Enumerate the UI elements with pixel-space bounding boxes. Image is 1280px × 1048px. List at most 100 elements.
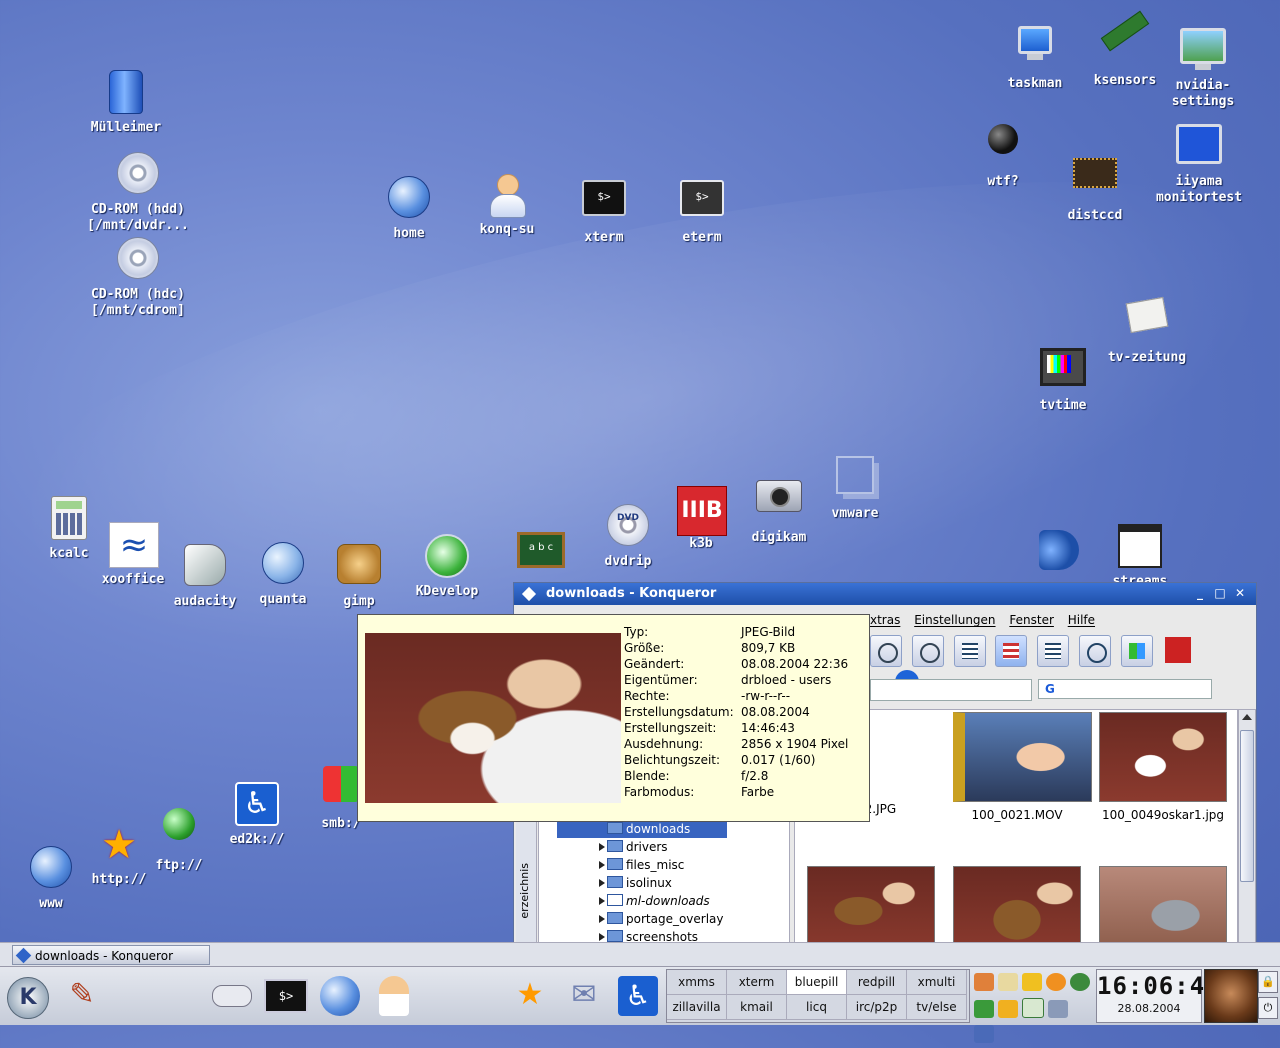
minimize-icon[interactable]: _ xyxy=(1192,585,1208,601)
tree-item-downloads[interactable]: downloads xyxy=(557,820,727,838)
tray-paint-icon[interactable] xyxy=(974,973,994,991)
control-center-icon[interactable]: ✎ xyxy=(58,971,106,1019)
pager-desktop[interactable]: zillavilla xyxy=(667,995,727,1020)
file-item[interactable] xyxy=(807,866,935,944)
desktop-icon-distccd[interactable]: distccd xyxy=(1040,146,1150,224)
tree-item[interactable]: portage_overlay xyxy=(539,910,789,928)
tree-item[interactable]: ml-downloads xyxy=(539,892,789,910)
desktop-icon-iiyama-monitortest[interactable]: iiyama monitortest xyxy=(1144,122,1254,206)
file-item[interactable] xyxy=(1099,866,1227,944)
desktop-icon-trash[interactable]: Mülleimer xyxy=(71,68,181,136)
expand-arrow-icon[interactable] xyxy=(599,861,605,869)
pager-desktop[interactable]: redpill xyxy=(847,970,907,995)
desktop-icon-tvtime[interactable]: tvtime xyxy=(1008,340,1118,414)
pager-desktop-current[interactable]: bluepill xyxy=(787,970,847,995)
desktop-icon-www[interactable]: www xyxy=(0,842,106,912)
lock-icon[interactable]: 🔒 xyxy=(1258,971,1278,993)
file-item[interactable]: 100_0021.MOV xyxy=(953,712,1092,822)
doom-face-icon[interactable] xyxy=(1204,969,1258,1023)
tray-network-icon[interactable] xyxy=(1070,973,1090,991)
tree-item[interactable]: files_misc xyxy=(539,856,789,874)
property-value: JPEG-Bild xyxy=(741,625,796,639)
folder-link-icon xyxy=(607,894,623,906)
view-list-icon[interactable] xyxy=(953,635,986,667)
property-value: 2856 x 1904 Pixel xyxy=(741,737,849,751)
pager-desktop[interactable]: xterm xyxy=(727,970,787,995)
tray-notes-icon[interactable] xyxy=(998,973,1018,991)
desktop-icon-cdrom-hdd[interactable]: CD-ROM (hdd) [/mnt/dvdr... xyxy=(83,148,193,234)
tray-keyboard-icon[interactable] xyxy=(1048,1000,1068,1018)
sidebar-tabs[interactable]: erzeichnis xyxy=(516,813,537,943)
view-detail-icon[interactable] xyxy=(1037,635,1070,667)
bricks-icon[interactable] xyxy=(1163,635,1193,665)
expand-arrow-icon[interactable] xyxy=(599,915,605,923)
menu-fenster[interactable]: Fenster xyxy=(1009,613,1054,627)
tray-pencil-icon[interactable] xyxy=(1022,973,1042,991)
google-search-input[interactable]: G xyxy=(1038,679,1212,699)
tree-item[interactable]: drivers xyxy=(539,838,789,856)
scroll-up-icon[interactable] xyxy=(1242,714,1252,720)
zoom-in-icon[interactable] xyxy=(870,635,902,667)
file-item[interactable]: 100_0049oskar1.jpg xyxy=(1099,712,1227,822)
desktop-icon-streams[interactable]: streams xyxy=(1085,516,1195,590)
window-titlebar[interactable]: downloads - Konqueror _ □ ✕ xyxy=(514,583,1256,605)
expand-arrow-icon[interactable] xyxy=(599,933,605,941)
property-key: Erstellungsdatum: xyxy=(624,705,734,719)
menu-hilfe[interactable]: Hilfe xyxy=(1068,613,1095,627)
pager-desktop[interactable]: licq xyxy=(787,995,847,1020)
pager-desktop[interactable]: kmail xyxy=(727,995,787,1020)
star-icon[interactable]: ★ xyxy=(506,971,554,1019)
expand-arrow-icon[interactable] xyxy=(599,897,605,905)
desktop-icon-konq-su[interactable]: konq-su xyxy=(452,172,562,238)
konqueror-globe-icon[interactable] xyxy=(316,971,364,1019)
pager-desktop[interactable]: xmms xyxy=(667,970,727,995)
image-view-icon[interactable] xyxy=(1120,635,1153,667)
property-value: Farbe xyxy=(741,785,775,799)
menu-einstellungen[interactable]: Einstellungen xyxy=(914,613,995,627)
directory-tree[interactable]: downloads drivers files_misc isolinux ml… xyxy=(538,819,790,945)
preview-icon[interactable] xyxy=(1079,635,1112,667)
vertical-scrollbar[interactable] xyxy=(1238,709,1256,945)
tree-item[interactable]: isolinux xyxy=(539,874,789,892)
desktop-icon-cdrom-hdc[interactable]: CD-ROM (hdc) [/mnt/cdrom] xyxy=(83,233,193,319)
expand-arrow-icon[interactable] xyxy=(599,843,605,851)
desktop-icon-vmware[interactable]: vmware xyxy=(800,450,910,522)
desktop-icon-eterm[interactable]: $> eterm xyxy=(647,172,757,246)
tray-puzzle-icon[interactable] xyxy=(974,1000,994,1018)
tray-alarm-icon[interactable] xyxy=(1046,973,1066,991)
tray-tag-icon[interactable] xyxy=(998,1000,1018,1018)
scrollbar-thumb[interactable] xyxy=(1240,730,1254,882)
file-item[interactable] xyxy=(953,866,1081,944)
property-row: Ausdehnung: 2856 x 1904 Pixel xyxy=(624,736,850,752)
zoom-out-icon[interactable] xyxy=(911,635,944,667)
logout-icon[interactable]: ⏻ xyxy=(1258,997,1278,1019)
toolbar xyxy=(870,635,1256,694)
desktop-icon-label: www xyxy=(39,896,63,911)
window-menu-icon[interactable] xyxy=(521,586,537,602)
file-info-tooltip: Typ: JPEG-Bild Größe: 809,7 KB Geändert: 08.0… xyxy=(357,614,870,822)
session-buttons: 🔒 ⏻ xyxy=(1258,971,1278,1023)
desktop-icon-nvidia-settings[interactable]: nvidia- settings xyxy=(1148,22,1258,110)
sidebar-tab-verzeichnis[interactable]: erzeichnis xyxy=(518,863,531,919)
pager-desktop[interactable]: irc/p2p xyxy=(847,995,907,1020)
taskbar-button-konqueror[interactable]: downloads - Konqueror xyxy=(12,945,210,965)
view-icons-icon[interactable] xyxy=(995,635,1028,667)
close-icon[interactable]: ✕ xyxy=(1232,585,1248,601)
user-icon[interactable] xyxy=(370,971,418,1019)
expand-arrow-icon[interactable] xyxy=(599,879,605,887)
k-menu-icon[interactable]: K xyxy=(4,971,52,1019)
clock[interactable]: 16:06:40 28.08.2004 xyxy=(1096,969,1220,1023)
gamepad-icon[interactable] xyxy=(208,971,256,1019)
pager-desktop[interactable]: tv/else xyxy=(907,995,967,1020)
tray-calendar-icon[interactable] xyxy=(1022,998,1044,1018)
menu-extras[interactable]: xtras xyxy=(870,613,900,627)
terminal-icon[interactable]: $> xyxy=(262,971,310,1019)
mail-icon[interactable]: ✉ xyxy=(560,971,608,1019)
desktop-icon-home[interactable]: home xyxy=(354,172,464,242)
tray-monitor-icon[interactable] xyxy=(974,1025,994,1043)
desktop-icon-xterm[interactable]: $> xterm xyxy=(549,172,659,246)
maximize-icon[interactable]: □ xyxy=(1212,585,1228,601)
location-input[interactable] xyxy=(870,679,1032,701)
pager-desktop[interactable]: xmulti xyxy=(907,970,967,995)
accessibility-icon[interactable]: ♿ xyxy=(614,971,662,1019)
